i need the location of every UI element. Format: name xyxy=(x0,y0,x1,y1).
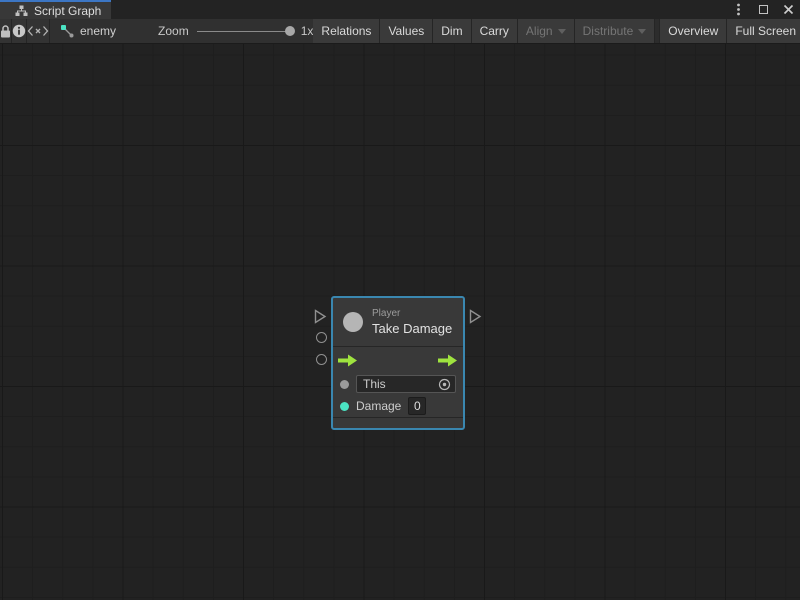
value-port-circle-icon xyxy=(316,332,327,343)
damage-value-port[interactable] xyxy=(316,354,327,365)
window-titlebar: Script Graph xyxy=(0,0,800,19)
relations-button[interactable]: Relations xyxy=(313,19,379,43)
damage-port-dot-icon[interactable] xyxy=(340,402,349,411)
toggle-values-preview-button[interactable] xyxy=(27,19,50,43)
graph-icon xyxy=(15,5,28,17)
zoom-slider-handle[interactable] xyxy=(285,26,295,36)
flow-port-row xyxy=(333,347,463,373)
tab-title: Script Graph xyxy=(34,4,101,18)
window-maximize-button[interactable] xyxy=(755,2,771,18)
align-dropdown: Align xyxy=(518,19,574,43)
flow-input-port[interactable] xyxy=(314,309,327,329)
lock-icon xyxy=(0,25,11,38)
distribute-dropdown: Distribute xyxy=(575,19,655,43)
value-port-circle-icon xyxy=(316,354,327,365)
script-machine-icon xyxy=(60,24,75,38)
chevron-down-icon xyxy=(638,29,646,34)
node-header: Player Take Damage xyxy=(333,298,463,347)
zoom-slider[interactable] xyxy=(197,25,293,37)
lock-graph-button[interactable] xyxy=(0,19,12,43)
this-value-port[interactable] xyxy=(316,332,327,343)
maximize-icon xyxy=(759,5,768,14)
this-field-value: This xyxy=(363,377,386,391)
damage-value: 0 xyxy=(414,399,421,413)
toolbar-divider xyxy=(655,19,659,43)
zoom-label: Zoom xyxy=(158,24,189,38)
graph-name: enemy xyxy=(80,24,116,38)
dim-button[interactable]: Dim xyxy=(433,19,470,43)
chevron-down-icon xyxy=(558,29,566,34)
close-icon xyxy=(783,4,794,15)
damage-value-field[interactable]: 0 xyxy=(408,397,426,415)
full-screen-button[interactable]: Full Screen xyxy=(727,19,800,43)
carry-button[interactable]: Carry xyxy=(472,19,517,43)
damage-input-row: Damage 0 xyxy=(333,395,463,417)
zoom-control: Zoom 1x xyxy=(158,19,313,43)
graph-toolbar: enemy Zoom 1x Relations Values Dim Carry… xyxy=(0,19,800,44)
overview-button[interactable]: Overview xyxy=(660,19,726,43)
graph-breadcrumb[interactable]: enemy xyxy=(50,19,126,43)
object-picker-target-icon[interactable] xyxy=(438,378,451,391)
flow-port-triangle-icon xyxy=(469,309,482,324)
angle-brackets-x-icon xyxy=(27,25,49,37)
flow-port-triangle-icon xyxy=(314,309,327,324)
damage-label: Damage xyxy=(356,399,401,413)
flow-in-arrow-icon[interactable] xyxy=(338,354,358,367)
toolbar-buttons: Relations Values Dim Carry Align Distrib… xyxy=(313,19,800,43)
zoom-value: 1x xyxy=(301,24,314,38)
flow-output-port[interactable] xyxy=(469,309,482,329)
graph-info-button[interactable] xyxy=(12,19,27,43)
node-footer xyxy=(333,417,463,428)
window-close-button[interactable] xyxy=(780,2,796,18)
node-title: Take Damage xyxy=(372,321,452,336)
values-button[interactable]: Values xyxy=(380,19,432,43)
tab-script-graph[interactable]: Script Graph xyxy=(0,0,111,19)
zoom-slider-track xyxy=(197,31,293,33)
kebab-menu-icon xyxy=(737,3,740,16)
this-input-row: This xyxy=(333,373,463,395)
this-port-dot-icon[interactable] xyxy=(340,380,349,389)
take-damage-node[interactable]: Player Take Damage This xyxy=(331,296,465,430)
flow-out-arrow-icon[interactable] xyxy=(438,354,458,367)
info-icon xyxy=(12,24,26,38)
player-object-icon xyxy=(343,312,363,332)
graph-canvas[interactable]: Player Take Damage This xyxy=(0,44,800,600)
window-menu-button[interactable] xyxy=(730,2,746,18)
this-object-field[interactable]: This xyxy=(356,375,456,393)
node-category: Player xyxy=(372,308,452,319)
